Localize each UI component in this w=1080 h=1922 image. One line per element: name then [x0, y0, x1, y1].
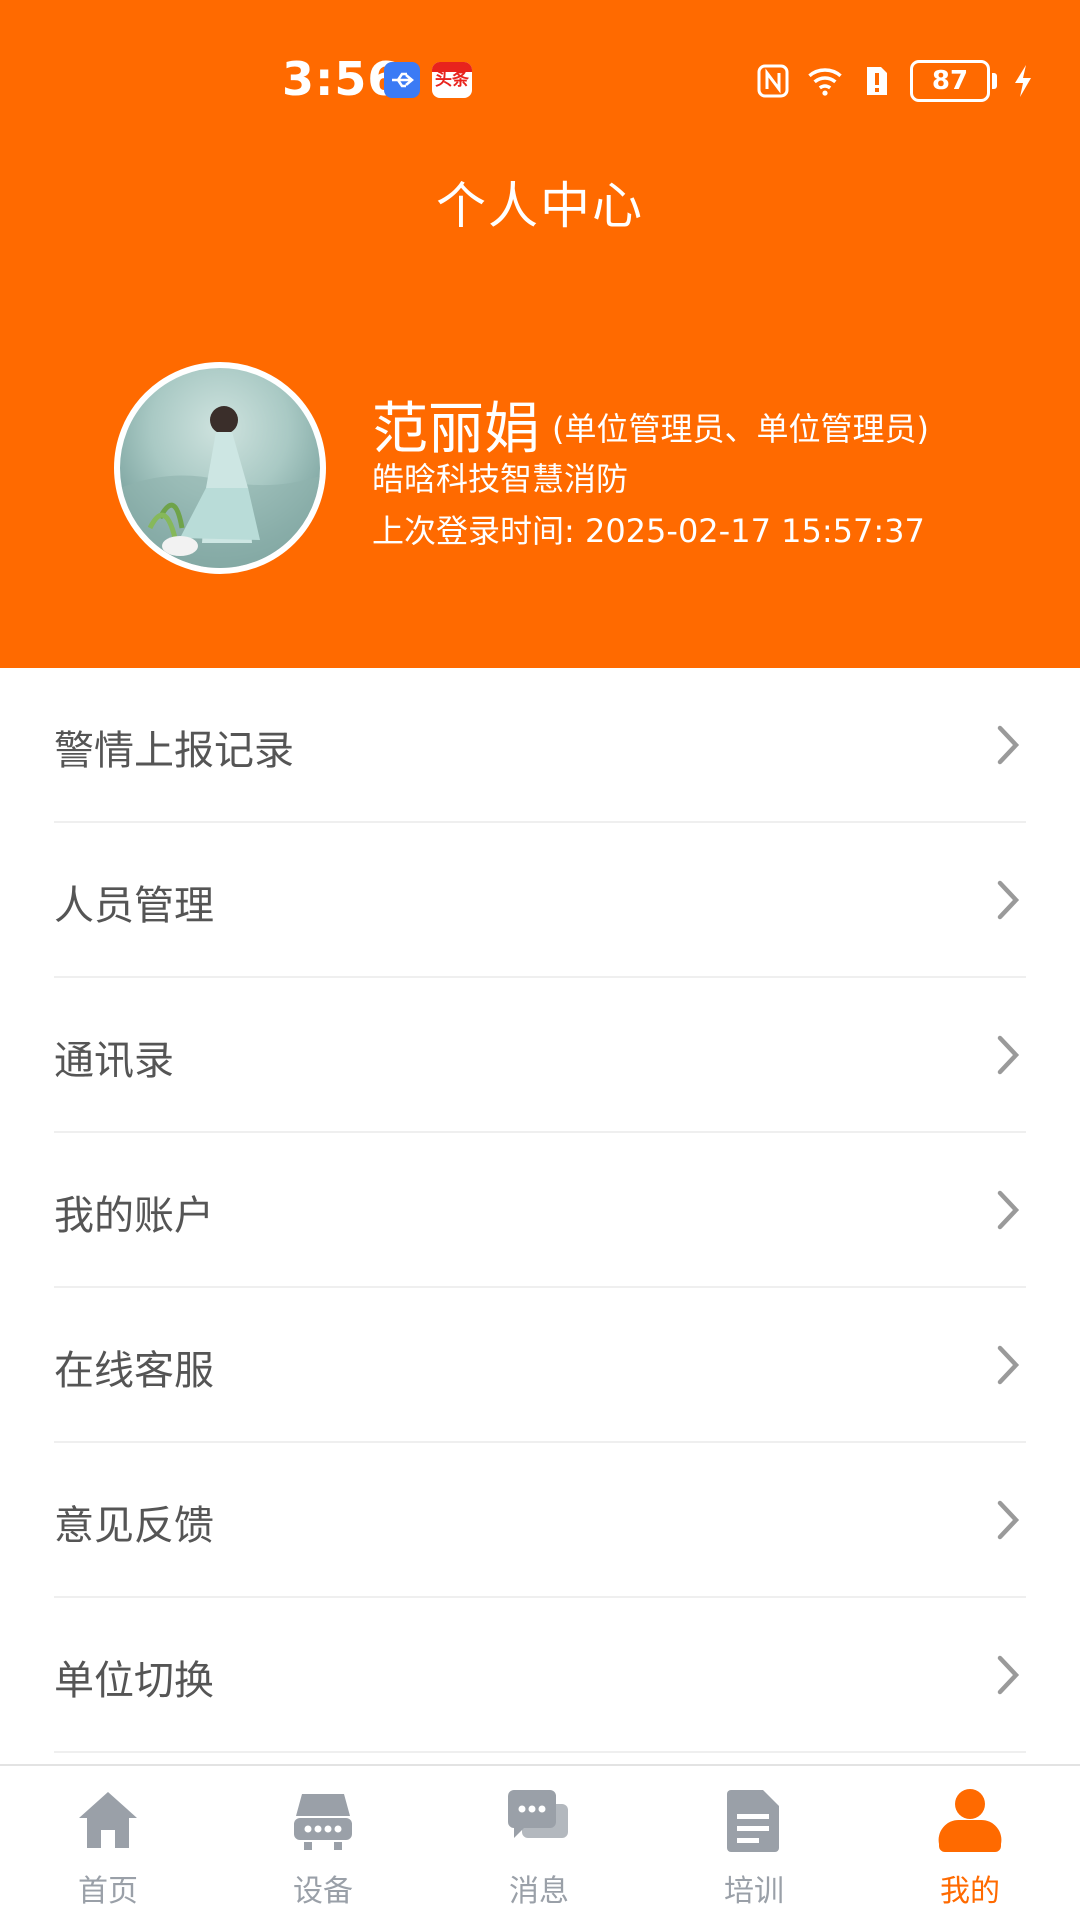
message-icon — [508, 1790, 568, 1838]
tab-home[interactable]: 首页 — [48, 1786, 168, 1910]
menu-item-customer-service[interactable]: 在线客服 — [54, 1288, 1026, 1443]
chevron-right-icon — [997, 1035, 1020, 1075]
tab-label: 消息 — [509, 1874, 569, 1909]
user-name: 范丽娟 — [372, 397, 540, 462]
menu-item-my-account[interactable]: 我的账户 — [54, 1133, 1026, 1288]
tab-messages[interactable]: 消息 — [479, 1786, 599, 1910]
menu-item-label: 意见反馈 — [54, 1503, 214, 1549]
menu-item-alarm-records[interactable]: 警情上报记录 — [54, 668, 1026, 823]
status-time: 3:56 — [282, 52, 401, 106]
chevron-right-icon — [997, 725, 1020, 765]
settings-menu: 警情上报记录 人员管理 通讯录 我的账户 在线客服 意见反馈 单位切换 — [0, 668, 1080, 1753]
avatar[interactable] — [114, 362, 326, 574]
chevron-right-icon — [997, 1345, 1020, 1385]
training-icon — [727, 1790, 779, 1852]
chevron-right-icon — [997, 1655, 1020, 1695]
news-app-icon: 头条 — [432, 62, 472, 98]
tab-devices[interactable]: 设备 — [263, 1786, 383, 1910]
status-icons: 87 — [754, 56, 1042, 106]
battery-indicator: 87 — [910, 60, 997, 102]
menu-item-label: 在线客服 — [54, 1348, 214, 1394]
chevron-right-icon — [997, 1190, 1020, 1230]
menu-item-label: 人员管理 — [54, 883, 214, 929]
organization-name: 皓晗科技智慧消防 — [372, 460, 629, 498]
usb-icon — [384, 62, 420, 98]
last-login-time: 上次登录时间: 2025-02-17 15:57:37 — [372, 512, 925, 550]
menu-item-personnel[interactable]: 人员管理 — [54, 823, 1026, 978]
menu-item-switch-unit[interactable]: 单位切换 — [54, 1598, 1026, 1753]
profile-icon — [938, 1789, 1002, 1852]
charging-icon — [1004, 61, 1042, 101]
menu-item-label: 通讯录 — [54, 1038, 174, 1084]
status-bar: 3:56 头条 87 — [0, 0, 1080, 160]
tab-label: 培训 — [724, 1874, 784, 1909]
chevron-right-icon — [997, 1500, 1020, 1540]
chevron-right-icon — [997, 880, 1020, 920]
tab-mine[interactable]: 我的 — [910, 1786, 1030, 1910]
page-title: 个人中心 — [436, 177, 644, 235]
sim-alert-icon — [858, 61, 896, 101]
menu-item-label: 警情上报记录 — [54, 728, 294, 774]
tab-label: 首页 — [78, 1874, 138, 1909]
menu-item-contacts[interactable]: 通讯录 — [54, 978, 1026, 1133]
home-icon — [79, 1792, 137, 1848]
profile-header: 3:56 头条 87 个人中心 范丽娟 (单位管理员、单位管理员) 皓晗科技智慧… — [0, 0, 1080, 668]
menu-item-label: 单位切换 — [54, 1658, 214, 1704]
device-icon — [294, 1794, 352, 1850]
tab-training[interactable]: 培训 — [694, 1786, 814, 1910]
bottom-tab-bar: 首页 设备 消息 培训 我的 — [0, 1764, 1080, 1922]
tab-label: 我的 — [940, 1874, 1000, 1909]
user-roles: (单位管理员、单位管理员) — [552, 410, 929, 448]
menu-item-label: 我的账户 — [54, 1193, 214, 1239]
wifi-icon — [806, 61, 844, 101]
menu-item-feedback[interactable]: 意见反馈 — [54, 1443, 1026, 1598]
nfc-icon — [754, 61, 792, 101]
tab-label: 设备 — [293, 1874, 353, 1909]
